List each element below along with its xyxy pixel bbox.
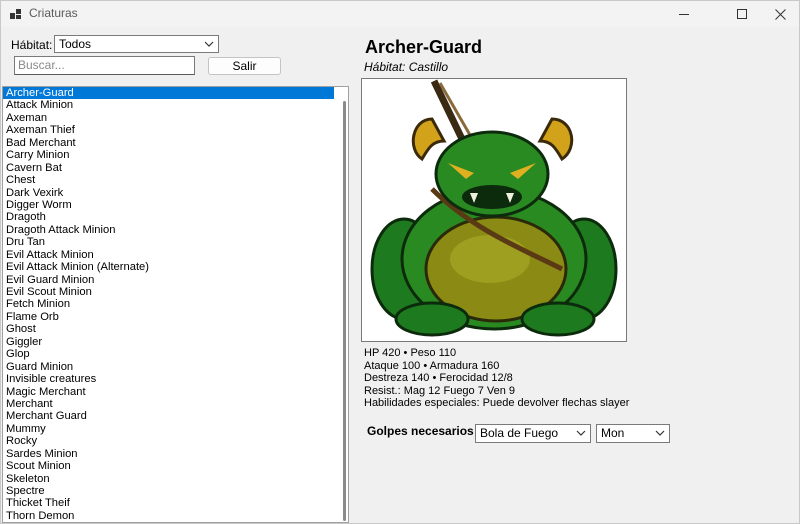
app-icon (10, 9, 21, 19)
list-item[interactable]: Guard Minion (3, 361, 334, 373)
exit-button[interactable]: Salir (208, 57, 281, 75)
power-select-value: Mon (601, 426, 625, 440)
list-item[interactable]: Mummy (3, 423, 334, 435)
list-item[interactable]: Invisible creatures (3, 373, 334, 385)
list-item[interactable]: Evil Guard Minion (3, 274, 334, 286)
creature-list[interactable]: Archer-Guard Attack Minion Axeman Axeman Th… (2, 86, 349, 523)
list-item[interactable]: Skeleton (3, 473, 334, 485)
list-item[interactable]: Thorn Demon (3, 510, 334, 522)
list-item[interactable]: Fetch Minion (3, 298, 334, 310)
list-item[interactable]: Axeman (3, 112, 334, 124)
list-item[interactable]: Dragoth Attack Minion (3, 224, 334, 236)
golpes-label: Golpes necesarios (367, 424, 474, 438)
list-item[interactable]: Spectre (3, 485, 334, 497)
spell-select-value: Bola de Fuego (480, 426, 559, 440)
spell-select[interactable]: Bola de Fuego (475, 424, 591, 443)
stats-line: Resist.: Mag 12 Fuego 7 Ven 9 (364, 384, 516, 397)
list-item[interactable]: Sardes Minion (3, 448, 334, 460)
list-item[interactable]: Evil Attack Minion (3, 249, 334, 261)
creature-sprite-image (370, 79, 618, 337)
list-item[interactable]: Merchant (3, 398, 334, 410)
creature-list-items: Archer-Guard Attack Minion Axeman Axeman Th… (3, 87, 348, 522)
creature-name: Archer-Guard (365, 37, 483, 57)
power-select[interactable]: Mon (596, 424, 670, 443)
habitat-select[interactable]: Todos (54, 35, 219, 53)
list-item[interactable]: Cavern Bat (3, 162, 334, 174)
list-item[interactable]: Glop (3, 348, 334, 360)
minimize-icon (679, 13, 689, 15)
list-item[interactable]: Flame Orb (3, 311, 334, 323)
scrollbar[interactable] (336, 87, 348, 522)
maximize-icon (737, 9, 747, 19)
close-button[interactable] (757, 1, 800, 27)
list-item[interactable]: Evil Attack Minion (Alternate) (3, 261, 334, 273)
list-item[interactable]: Attack Minion (3, 99, 334, 111)
list-item[interactable]: Carry Minion (3, 149, 334, 161)
chevron-down-icon (204, 41, 214, 47)
list-item[interactable]: Giggler (3, 336, 334, 348)
creature-stats: HP 420 • Peso 110 Ataque 100 • Armadura … (364, 347, 629, 410)
list-item[interactable]: Dragoth (3, 211, 334, 223)
window-title: Criaturas (29, 6, 78, 20)
creature-portrait (361, 78, 627, 342)
search-input[interactable]: Buscar... (14, 56, 195, 75)
stats-line: HP 420 • Peso 110 (364, 347, 457, 359)
list-item[interactable]: Axeman Thief (3, 124, 334, 136)
list-item[interactable]: Chest (3, 174, 334, 186)
chevron-down-icon (655, 430, 665, 436)
list-item[interactable]: Scout Minion (3, 460, 334, 472)
title-bar: Criaturas (1, 1, 799, 27)
habitat-select-value: Todos (59, 37, 92, 51)
list-item[interactable]: Bad Merchant (3, 137, 334, 149)
chevron-down-icon (576, 430, 586, 436)
list-item[interactable]: Dark Vexirk (3, 187, 334, 199)
creature-habitat: Hábitat: Castillo (364, 60, 449, 74)
stats-line: Destreza 140 • Ferocidad 12/8 (364, 372, 513, 384)
list-item[interactable]: Archer-Guard (3, 87, 334, 100)
scrollbar-thumb[interactable] (343, 101, 346, 521)
list-item[interactable]: Magic Merchant (3, 386, 334, 398)
stats-line: Ataque 100 • Armadura 160 (364, 359, 500, 372)
list-item[interactable]: Ghost (3, 323, 334, 335)
special-abilities: Habilidades especiales: Puede devolver f… (364, 397, 630, 409)
app-window: Criaturas Hábitat: Todos Buscar... Salir… (0, 0, 800, 524)
list-item[interactable]: Thicket Theif (3, 497, 334, 509)
list-item[interactable]: Evil Scout Minion (3, 286, 334, 298)
close-icon (774, 8, 786, 20)
list-item[interactable]: Digger Worm (3, 199, 334, 211)
list-item[interactable]: Dru Tan (3, 236, 334, 248)
habitat-label: Hábitat: (11, 38, 53, 52)
list-item[interactable]: Merchant Guard (3, 410, 334, 422)
list-item[interactable]: Rocky (3, 435, 334, 447)
minimize-button[interactable] (661, 1, 707, 27)
